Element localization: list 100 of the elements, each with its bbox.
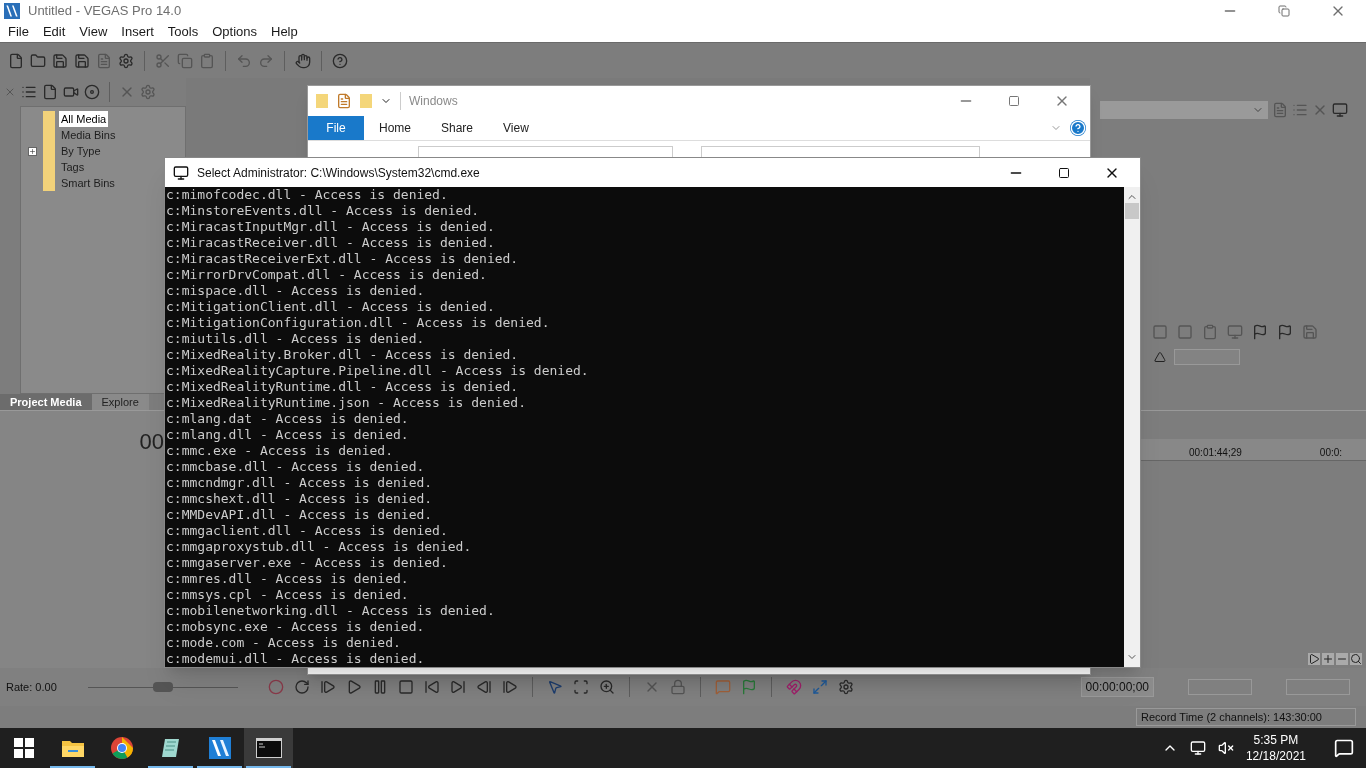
help-icon[interactable] xyxy=(332,52,348,69)
cursor-time: 00:00:00;00 xyxy=(1080,677,1154,697)
console-line: c:modemui.dll - Access is denied. xyxy=(165,651,426,667)
tree-item[interactable]: Tags xyxy=(59,158,87,176)
open-folder-icon[interactable] xyxy=(30,52,46,69)
save-as-icon[interactable] xyxy=(74,52,90,69)
save-icon[interactable] xyxy=(52,52,68,69)
ribbon-tab[interactable]: Share xyxy=(426,116,489,140)
console-line: c:mmcshext.dll - Access is denied. xyxy=(165,491,434,507)
properties-icon[interactable] xyxy=(336,93,352,109)
console-line: c:mispace.dll - Access is denied. xyxy=(165,283,426,299)
volume-muted-icon[interactable] xyxy=(1217,740,1234,756)
zoom-icon[interactable] xyxy=(599,679,615,695)
clock-time[interactable]: 5:35 PM xyxy=(1253,732,1299,748)
menu-item[interactable]: Options xyxy=(212,22,257,42)
ribbon-tab[interactable]: File xyxy=(308,116,364,140)
monitor-icon[interactable] xyxy=(1332,102,1348,118)
expand-icon[interactable] xyxy=(27,146,37,156)
console-line: c:MiracastReceiver.dll - Access is denied. xyxy=(165,235,496,251)
list-icon[interactable] xyxy=(21,84,37,100)
tree-item[interactable]: Media Bins xyxy=(59,126,118,144)
selection-icon[interactable] xyxy=(573,679,589,695)
play-icon[interactable] xyxy=(346,679,362,695)
tree-item[interactable]: All Media xyxy=(59,110,109,128)
loop-icon[interactable] xyxy=(294,679,310,695)
play-from-start-icon[interactable] xyxy=(320,679,336,695)
tree-item[interactable]: Smart Bins xyxy=(59,174,117,192)
settings-icon[interactable] xyxy=(118,52,134,69)
console-line: c:mmc.exe - Access is denied. xyxy=(165,443,394,459)
notifications-icon[interactable] xyxy=(1334,738,1354,758)
folder-icon xyxy=(60,738,85,758)
restore-icon[interactable] xyxy=(1278,5,1290,17)
selection-field[interactable] xyxy=(1188,679,1252,695)
folder-icon xyxy=(43,175,55,191)
menu-item[interactable]: View xyxy=(79,22,108,42)
rate-label: Rate: 0.00 xyxy=(5,679,58,695)
ribbon-tab[interactable]: Home xyxy=(364,116,426,140)
panel-tab[interactable]: Project Media xyxy=(0,394,92,410)
camera-icon[interactable] xyxy=(63,84,79,100)
console-line: c:MiracastReceiverExt.dll - Access is denied. xyxy=(165,251,520,267)
folder-icon xyxy=(43,111,55,127)
record-icon[interactable] xyxy=(268,679,284,695)
skip-back-icon[interactable] xyxy=(424,679,440,695)
console-line: c:MirrorDrvCompat.dll - Access is denied. xyxy=(165,267,488,283)
window-title: Untitled - VEGAS Pro 14.0 xyxy=(28,2,182,21)
maximize-icon[interactable] xyxy=(1058,166,1070,179)
settings-icon[interactable] xyxy=(140,84,156,100)
console-line: c:miutils.dll - Access is denied. xyxy=(165,331,426,347)
console-line: c:mlang.dll - Access is denied. xyxy=(165,427,410,443)
console-line: c:MitigationConfiguration.dll - Access is denied. xyxy=(165,315,551,331)
panel-tab[interactable]: Explore xyxy=(91,394,149,410)
ruler-label: 00:01:44;29 xyxy=(1189,446,1242,460)
ribbon-tab[interactable]: View xyxy=(488,116,544,140)
menu-item[interactable]: File xyxy=(8,22,29,42)
zoom-in-icon[interactable] xyxy=(1322,653,1334,665)
scroll-thumb[interactable] xyxy=(1125,203,1139,219)
search-icon[interactable] xyxy=(1350,653,1362,665)
console-line: c:mmgaproxystub.dll - Access is denied. xyxy=(165,539,473,555)
menu-item[interactable]: Edit xyxy=(42,22,66,42)
length-field[interactable] xyxy=(1286,679,1350,695)
console-line: c:MixedRealityRuntime.dll - Access is denied. xyxy=(165,379,520,395)
preview-field[interactable] xyxy=(1174,349,1240,365)
menu-item[interactable]: Help xyxy=(271,22,298,42)
slider-thumb[interactable] xyxy=(153,681,173,692)
console-line: c:MixedRealityCapture.Pipeline.dll - Access is denied. xyxy=(165,363,590,379)
console-line: c:mmcbase.dll - Access is denied. xyxy=(165,459,426,475)
console-line: c:mimofcodec.dll - Access is denied. xyxy=(165,187,449,203)
taskbar-app[interactable] xyxy=(244,728,293,768)
scrollbar[interactable] xyxy=(1124,187,1140,667)
new-file-icon[interactable] xyxy=(8,52,24,69)
menu-item[interactable]: Insert xyxy=(121,22,154,42)
settings-icon[interactable] xyxy=(838,679,854,695)
time-display: 00 xyxy=(139,427,164,456)
flag-icon[interactable] xyxy=(1252,324,1268,340)
console-line: c:mmcndmgr.dll - Access is denied. xyxy=(165,475,434,491)
hand-icon[interactable] xyxy=(295,52,311,69)
skip-forward-icon[interactable] xyxy=(450,679,466,695)
pause-icon[interactable] xyxy=(372,679,388,695)
cursor-icon[interactable] xyxy=(547,679,563,695)
zoom-out-icon[interactable] xyxy=(1336,653,1348,665)
status-text: Record Time (2 channels): 143:30:00 xyxy=(1136,707,1356,727)
menu-item[interactable]: Tools xyxy=(167,22,199,42)
magnet-icon[interactable] xyxy=(786,679,802,695)
browser-icon xyxy=(109,736,134,760)
lock-icon[interactable] xyxy=(670,679,686,695)
console-line: c:mmgaclient.dll - Access is denied. xyxy=(165,523,449,539)
vegas-logo-icon xyxy=(4,3,20,19)
previous-frame-icon[interactable] xyxy=(476,679,492,695)
tree-item[interactable]: By Type xyxy=(59,142,103,160)
stop-icon[interactable] xyxy=(398,679,414,695)
play-icon[interactable] xyxy=(1308,653,1320,665)
marker-icon[interactable] xyxy=(715,679,731,695)
next-frame-icon[interactable] xyxy=(502,679,518,695)
disc-icon[interactable] xyxy=(84,84,100,100)
console-line: c:MiracastInputMgr.dll - Access is denied. xyxy=(165,219,496,235)
console-line: c:mmgaserver.exe - Access is denied. xyxy=(165,555,449,571)
windows-start-icon[interactable] xyxy=(14,738,34,758)
clock-date[interactable]: 12/18/2021 xyxy=(1245,748,1306,764)
flag-icon[interactable] xyxy=(1277,324,1293,340)
network-icon[interactable] xyxy=(1189,740,1206,756)
